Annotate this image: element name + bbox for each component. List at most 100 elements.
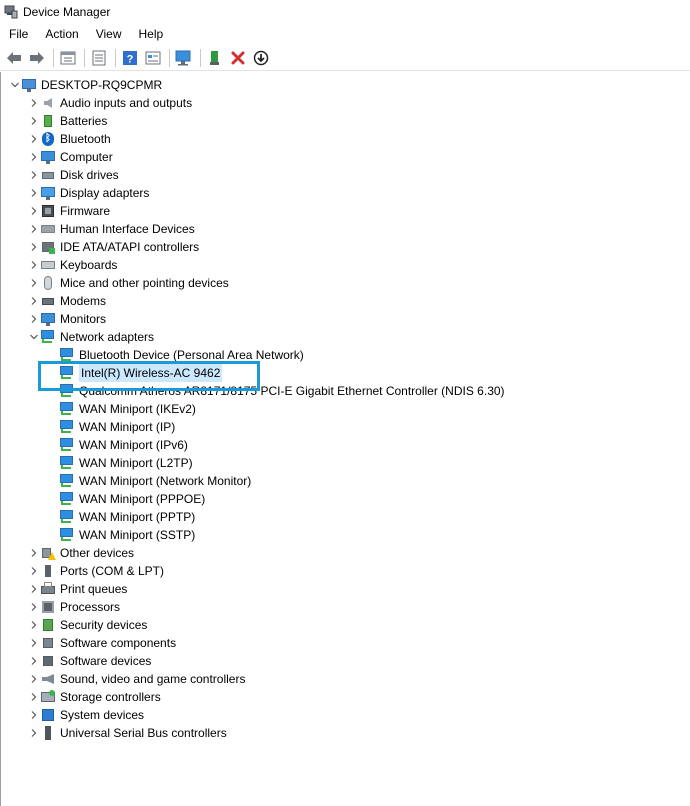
tree-category[interactable]: Disk drives bbox=[28, 166, 119, 184]
menu-file[interactable]: File bbox=[0, 24, 36, 44]
category-label: Print queues bbox=[60, 582, 128, 596]
tree-device[interactable]: WAN Miniport (PPTP) bbox=[59, 508, 195, 526]
chevron-down-icon[interactable] bbox=[28, 328, 40, 346]
tree-category[interactable]: Firmware bbox=[28, 202, 110, 220]
tree-device[interactable]: WAN Miniport (SSTP) bbox=[59, 526, 195, 544]
network-adapter-icon bbox=[59, 455, 75, 471]
tree-category[interactable]: Security devices bbox=[28, 616, 147, 634]
tree-category[interactable]: Universal Serial Bus controllers bbox=[28, 724, 227, 742]
tree-category[interactable]: Display adapters bbox=[28, 184, 149, 202]
tree-device[interactable]: WAN Miniport (IKEv2) bbox=[59, 400, 196, 418]
tree-category[interactable]: Keyboards bbox=[28, 256, 117, 274]
tree-category[interactable]: Sound, video and game controllers bbox=[28, 670, 245, 688]
category-label: Network adapters bbox=[60, 330, 155, 344]
tree-device[interactable]: WAN Miniport (IPv6) bbox=[59, 436, 188, 454]
chevron-right-icon[interactable] bbox=[28, 688, 40, 706]
storage-controller-icon bbox=[40, 689, 56, 705]
tree-category[interactable]: Print queues bbox=[28, 580, 127, 598]
tree-category[interactable]: Batteries bbox=[28, 112, 107, 130]
chevron-right-icon[interactable] bbox=[28, 274, 40, 292]
category-label: Sound, video and game controllers bbox=[60, 672, 246, 686]
tree-category[interactable]: Mice and other pointing devices bbox=[28, 274, 229, 292]
category-label: Ports (COM & LPT) bbox=[60, 564, 165, 578]
forward-button[interactable] bbox=[27, 48, 47, 68]
window-title: Device Manager bbox=[23, 5, 111, 19]
help-icon: ? bbox=[123, 50, 137, 65]
chevron-right-icon[interactable] bbox=[28, 130, 40, 148]
chevron-right-icon[interactable] bbox=[28, 238, 40, 256]
tree-category[interactable]: Human Interface Devices bbox=[28, 220, 195, 238]
tree-category[interactable]: Ports (COM & LPT) bbox=[28, 562, 164, 580]
chevron-right-icon[interactable] bbox=[28, 670, 40, 688]
port-icon bbox=[40, 563, 56, 579]
tree-device[interactable]: WAN Miniport (IP) bbox=[59, 418, 175, 436]
category-label: Batteries bbox=[60, 114, 108, 128]
enable-device-icon bbox=[210, 50, 219, 65]
chevron-right-icon[interactable] bbox=[28, 112, 40, 130]
show-hide-button[interactable] bbox=[89, 48, 109, 68]
chevron-right-icon[interactable] bbox=[28, 706, 40, 724]
chevron-right-icon[interactable] bbox=[28, 256, 40, 274]
chevron-right-icon[interactable] bbox=[28, 292, 40, 310]
chevron-right-icon[interactable] bbox=[28, 724, 40, 742]
other-devices-warning-icon bbox=[40, 545, 56, 561]
chevron-right-icon[interactable] bbox=[28, 166, 40, 184]
chevron-right-icon[interactable] bbox=[28, 652, 40, 670]
tree-category[interactable]: Processors bbox=[28, 598, 120, 616]
chevron-down-icon[interactable] bbox=[9, 76, 21, 94]
tree-category[interactable]: Software components bbox=[28, 634, 176, 652]
chevron-right-icon[interactable] bbox=[28, 202, 40, 220]
chevron-right-icon[interactable] bbox=[28, 184, 40, 202]
tree-category-network-adapters[interactable]: Network adapters bbox=[28, 328, 154, 346]
tree-category[interactable]: System devices bbox=[28, 706, 144, 724]
firmware-chip-icon bbox=[40, 203, 56, 219]
update-driver-button[interactable] bbox=[251, 48, 271, 68]
tree-category[interactable]: Monitors bbox=[28, 310, 106, 328]
tree-category[interactable]: Software devices bbox=[28, 652, 151, 670]
menu-view[interactable]: View bbox=[87, 24, 130, 44]
tree-device[interactable]: WAN Miniport (L2TP) bbox=[59, 454, 193, 472]
tree-device[interactable]: WAN Miniport (Network Monitor) bbox=[59, 472, 251, 490]
network-adapter-icon bbox=[59, 491, 75, 507]
tree-category[interactable]: ᛒ Bluetooth bbox=[28, 130, 111, 148]
menu-help[interactable]: Help bbox=[130, 24, 172, 44]
chevron-right-icon[interactable] bbox=[28, 148, 40, 166]
chevron-right-icon[interactable] bbox=[28, 580, 40, 598]
back-button[interactable] bbox=[4, 48, 24, 68]
tree-category[interactable]: Computer bbox=[28, 148, 113, 166]
help-button[interactable]: ? bbox=[120, 48, 140, 68]
update-driver-icon bbox=[253, 50, 269, 65]
device-tree[interactable]: DESKTOP-RQ9CPMR Audio inputs and outputs… bbox=[0, 72, 689, 806]
tree-category[interactable]: Storage controllers bbox=[28, 688, 161, 706]
menu-action[interactable]: Action bbox=[36, 24, 86, 44]
tree-root-node[interactable]: DESKTOP-RQ9CPMR bbox=[9, 76, 162, 94]
tree-category[interactable]: IDE ATA/ATAPI controllers bbox=[28, 238, 199, 256]
tree-category[interactable]: Audio inputs and outputs bbox=[28, 94, 192, 112]
uninstall-device-button[interactable] bbox=[228, 48, 248, 68]
tree-device[interactable]: WAN Miniport (PPPOE) bbox=[59, 490, 205, 508]
device-label: WAN Miniport (PPPOE) bbox=[79, 492, 206, 506]
toolbar-separator bbox=[84, 48, 85, 67]
forward-arrow-icon bbox=[30, 51, 44, 64]
view-button[interactable] bbox=[143, 48, 163, 68]
category-label: Computer bbox=[60, 150, 113, 164]
properties-button[interactable] bbox=[58, 48, 78, 68]
chevron-right-icon[interactable] bbox=[28, 598, 40, 616]
category-label: Audio inputs and outputs bbox=[60, 96, 193, 110]
tree-category[interactable]: Other devices bbox=[28, 544, 134, 562]
bluetooth-icon: ᛒ bbox=[40, 131, 56, 147]
monitor-icon bbox=[40, 311, 56, 327]
scan-hardware-button[interactable] bbox=[174, 48, 194, 68]
processor-icon bbox=[40, 599, 56, 615]
chevron-right-icon[interactable] bbox=[28, 544, 40, 562]
chevron-right-icon[interactable] bbox=[28, 310, 40, 328]
chevron-right-icon[interactable] bbox=[28, 94, 40, 112]
chevron-right-icon[interactable] bbox=[28, 220, 40, 238]
chevron-right-icon[interactable] bbox=[28, 634, 40, 652]
enable-device-button[interactable] bbox=[205, 48, 225, 68]
tree-category[interactable]: Modems bbox=[28, 292, 106, 310]
chevron-right-icon[interactable] bbox=[28, 616, 40, 634]
device-label: WAN Miniport (IP) bbox=[79, 420, 176, 434]
chevron-right-icon[interactable] bbox=[28, 562, 40, 580]
network-adapter-icon bbox=[59, 419, 75, 435]
